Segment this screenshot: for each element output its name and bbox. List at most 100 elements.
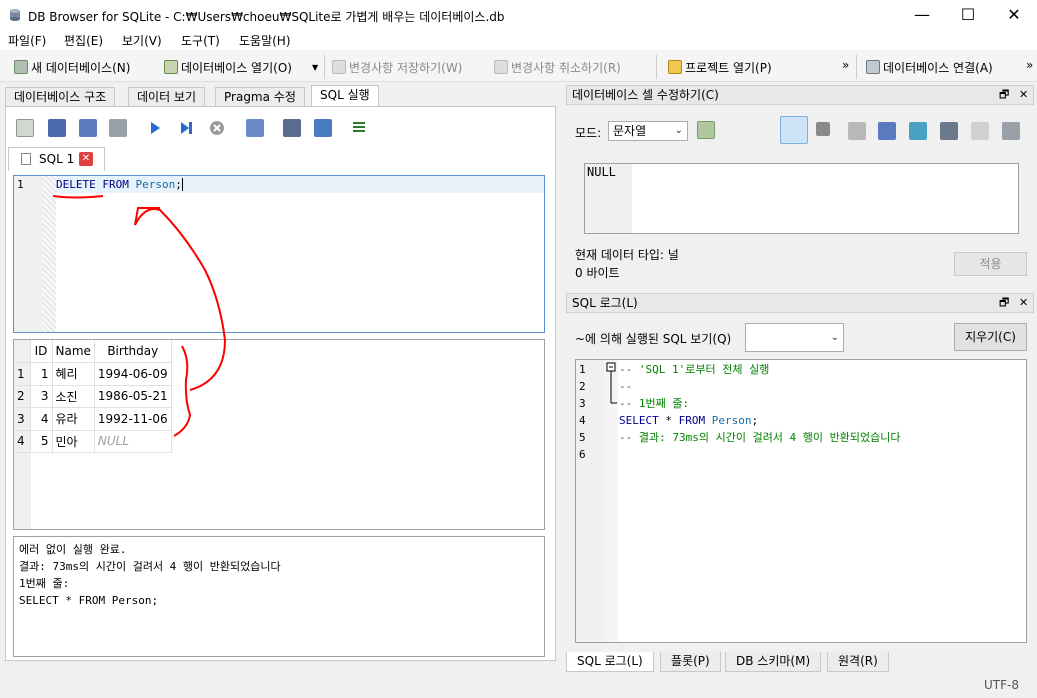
column-header-name[interactable]: Name [52,340,95,363]
tab-database-structure[interactable]: 데이터베이스 구조 [5,87,116,107]
float-dock-icon[interactable]: 🗗 [999,294,1009,312]
save-sql-file-icon[interactable] [79,119,97,137]
tab-sql-log[interactable]: SQL 로그(L) [566,652,654,672]
clear-log-button[interactable]: 지우기(C) [954,323,1027,351]
open-external-icon[interactable] [971,122,989,140]
open-tab-icon[interactable] [16,119,34,137]
column-header-id[interactable]: ID [30,340,53,363]
cell-name[interactable]: 소진 [52,385,95,408]
table-row[interactable]: 3 4 유라 1992-11-06 [14,407,172,431]
export-file-icon[interactable] [878,122,896,140]
cell-id[interactable]: 3 [30,385,53,408]
new-database-button[interactable]: 새 데이터베이스(N) [14,57,130,77]
cell-value-editor[interactable]: NULL [584,163,1019,234]
sql-code-line[interactable]: DELETE FROM Person;​ [56,178,183,191]
sql-editor[interactable]: 1 DELETE FROM Person;​ [13,175,545,333]
open-database-button[interactable]: 데이터베이스 열기(O) [164,57,292,77]
cell-birthday[interactable]: 1992-11-06 [94,407,172,431]
minimize-button[interactable]: — [899,0,945,30]
toolbar-overflow-button[interactable]: » [842,58,849,72]
auto-switch-mode-icon[interactable] [697,121,715,139]
data-type-label: 현재 데이터 타입: 널 [575,248,679,262]
tab-browse-data[interactable]: 데이터 보기 [128,87,206,107]
toolbar-separator [856,55,857,79]
cell-name[interactable]: 혜리 [52,362,95,386]
toolbar-overflow-button-2[interactable]: » [1026,58,1033,72]
open-database-dropdown-icon[interactable]: ▼ [312,63,318,72]
execute-all-icon[interactable] [146,119,164,137]
corner-cell[interactable] [14,340,31,363]
open-project-button[interactable]: 프로젝트 열기(P) [668,57,772,77]
row-header-column [14,452,31,529]
cell-editor-title: 데이터베이스 셀 수정하기(C) [572,88,719,102]
table-row[interactable]: 2 3 소진 1986-05-21 [14,385,172,408]
cell-birthday[interactable]: 1986-05-21 [94,385,172,408]
tab-db-schema[interactable]: DB 스키마(M) [725,652,822,672]
sql-keyword: FROM [102,178,129,191]
table-row[interactable]: 4 5 민아 NULL [14,430,172,453]
sql-operator: * [658,414,679,427]
sql-keyword: FROM [678,414,706,427]
stop-execution-icon[interactable] [208,119,226,137]
tab-edit-pragmas[interactable]: Pragma 수정 [215,87,305,107]
comment-lines-icon[interactable] [350,119,368,137]
apply-button[interactable]: 적용 [954,252,1027,276]
save-results-icon[interactable] [246,119,264,137]
cell-id[interactable]: 1 [30,362,53,386]
word-wrap-icon[interactable] [780,116,808,144]
close-window-button[interactable]: ✕ [991,0,1037,30]
revert-changes-icon [494,60,508,74]
print-cell-icon[interactable] [1002,122,1020,140]
sql-editor-tab[interactable]: SQL 1 ✕ [8,147,105,171]
chevron-down-icon: ⌄ [674,125,683,136]
find-replace-icon[interactable] [314,119,332,137]
row-header[interactable]: 1 [14,362,31,386]
open-sql-file-icon[interactable] [48,119,66,137]
maximize-button[interactable]: ☐ [945,0,991,30]
close-tab-icon[interactable]: ✕ [79,152,93,166]
menu-file[interactable]: 파일(F) [8,32,46,49]
print-icon[interactable] [109,119,127,137]
table-row[interactable]: 1 1 혜리 1994-06-09 [14,362,172,386]
sql-submitter-select[interactable]: ⌄ [745,323,844,352]
cell-id[interactable]: 5 [30,430,53,453]
execution-message-box[interactable]: 에러 없이 실행 완료. 결과: 73ms의 시간이 걸려서 4 행이 반환되었… [13,536,545,657]
tab-remote[interactable]: 원격(R) [827,652,889,672]
new-database-label: 새 데이터베이스(N) [31,60,131,75]
mode-select[interactable]: 문자열 ⌄ [608,121,688,141]
row-header[interactable]: 3 [14,407,31,431]
cell-name[interactable]: 민아 [52,430,95,453]
set-null-icon[interactable] [909,122,927,140]
write-changes-button[interactable]: 변경사항 저장하기(W) [332,57,462,77]
menu-help[interactable]: 도움말(H) [239,32,291,49]
cell-id[interactable]: 4 [30,407,53,431]
close-dock-icon[interactable]: ✕ [1019,86,1028,104]
export-image-icon[interactable] [940,122,958,140]
menu-tools[interactable]: 도구(T) [181,32,220,49]
menu-edit[interactable]: 편집(E) [64,32,103,49]
cell-birthday[interactable]: 1994-06-09 [94,362,172,386]
tab-execute-sql[interactable]: SQL 실행 [311,85,379,107]
fold-margin [42,176,56,332]
revert-changes-button[interactable]: 변경사항 취소하기(R) [494,57,621,77]
main-toolbar: 새 데이터베이스(N) 데이터베이스 열기(O) ▼ 변경사항 저장하기(W) … [0,50,1037,82]
execute-line-icon[interactable] [177,119,195,137]
auto-format-icon[interactable] [816,122,830,136]
sql-log-viewer[interactable]: 1 2 3 4 5 6 -- 'SQL 1'로부터 전체 실행 -- -- 1번… [575,359,1027,643]
attach-database-button[interactable]: 데이터베이스 연결(A) [866,57,993,77]
float-dock-icon[interactable]: 🗗 [999,86,1009,104]
row-header[interactable]: 2 [14,385,31,408]
find-icon[interactable] [283,119,301,137]
column-header-birthday[interactable]: Birthday [94,340,172,363]
import-file-icon[interactable] [848,122,866,140]
write-changes-label: 변경사항 저장하기(W) [349,60,463,75]
tab-plot[interactable]: 플롯(P) [660,652,721,672]
results-grid[interactable]: ID Name Birthday 1 1 혜리 1994-06-09 2 3 소… [13,339,545,530]
row-header[interactable]: 4 [14,430,31,453]
cell-name[interactable]: 유라 [52,407,95,431]
log-comment: -- [619,380,633,393]
close-dock-icon[interactable]: ✕ [1019,294,1028,312]
cell-birthday-null[interactable]: NULL [94,430,172,453]
menu-view[interactable]: 보기(V) [122,32,162,49]
open-database-label: 데이터베이스 열기(O) [181,60,292,75]
